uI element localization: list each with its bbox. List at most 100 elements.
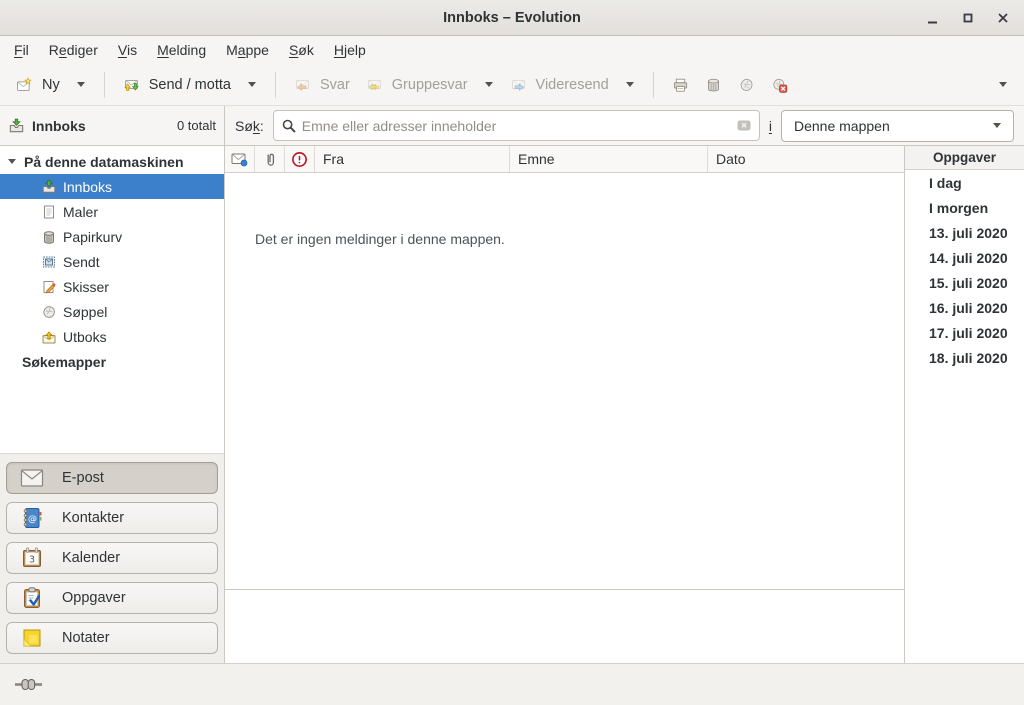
toolbar-separator — [275, 72, 276, 98]
clear-search-icon[interactable] — [736, 118, 752, 133]
menu-hjelp[interactable]: Hjelp — [324, 38, 376, 62]
menu-melding[interactable]: Melding — [147, 38, 216, 62]
task-date-row[interactable]: 13. juli 2020 — [905, 220, 1024, 245]
switcher-contacts-button[interactable]: @ Kontakter — [6, 502, 218, 534]
search-scope-value: Denne mappen — [794, 118, 890, 134]
expander-triangle-icon[interactable] — [8, 159, 16, 164]
sidebar-folder-soppel[interactable]: Søppel — [0, 299, 224, 324]
task-date-row[interactable]: I dag — [905, 170, 1024, 195]
menu-vis[interactable]: Vis — [108, 38, 147, 62]
toolbar-overflow-dropdown[interactable] — [990, 76, 1016, 93]
account-label: På denne datamaskinen — [24, 154, 184, 170]
chevron-down-icon — [248, 82, 256, 87]
column-date[interactable]: Dato — [708, 146, 904, 172]
column-attachment[interactable] — [255, 146, 285, 172]
trash-icon — [40, 228, 57, 245]
menu-fil[interactable]: Fil — [4, 38, 39, 62]
folder-label: Skisser — [63, 279, 109, 295]
forward-dropdown[interactable] — [617, 76, 643, 93]
calendar-icon: 3 — [19, 546, 44, 570]
print-button[interactable] — [664, 70, 697, 99]
titlebar[interactable]: Innboks – Evolution — [0, 0, 1024, 36]
switcher-contacts-label: Kontakter — [62, 510, 124, 526]
new-message-button[interactable]: Ny — [8, 70, 68, 99]
task-date-row[interactable]: 16. juli 2020 — [905, 295, 1024, 320]
search-area: Søk: i Denne mappen — [225, 106, 1024, 145]
tasks-pane-header[interactable]: Oppgaver — [905, 146, 1024, 170]
task-date-row[interactable]: 18. juli 2020 — [905, 345, 1024, 370]
tasks-pane: Oppgaver I dag I morgen 13. juli 2020 14… — [904, 146, 1024, 663]
online-status-button[interactable] — [15, 678, 42, 691]
folder-label: Innboks — [63, 179, 112, 195]
toolbar: Ny Send / motta — [0, 64, 1024, 106]
minimize-icon — [926, 11, 940, 25]
group-reply-dropdown[interactable] — [476, 76, 502, 93]
search-scope-dropdown[interactable]: Denne mappen — [781, 110, 1014, 142]
preview-pane — [225, 589, 904, 663]
switcher-mail-button[interactable]: E-post — [6, 462, 218, 494]
folder-label: Papirkurv — [63, 229, 122, 245]
address-book-icon: @ — [19, 506, 44, 530]
sidebar-folder-sendt[interactable]: Sendt — [0, 249, 224, 274]
menu-rediger[interactable]: Rediger — [39, 38, 108, 62]
not-junk-button[interactable] — [763, 70, 796, 99]
column-priority[interactable] — [285, 146, 315, 172]
sidebar-folder-utboks[interactable]: Utboks — [0, 324, 224, 349]
maximize-button[interactable] — [955, 5, 981, 31]
minimize-button[interactable] — [920, 5, 946, 31]
junk-button[interactable] — [730, 70, 763, 99]
reply-label: Svar — [320, 77, 350, 93]
scope-label: i — [769, 118, 772, 134]
search-folders-label: Søkemapper — [22, 354, 106, 370]
close-icon — [996, 11, 1010, 25]
window-title: Innboks – Evolution — [443, 10, 581, 26]
column-read-status[interactable] — [225, 146, 255, 172]
forward-icon — [510, 76, 527, 93]
toolbar-separator — [104, 72, 105, 98]
send-receive-button[interactable]: Send / motta — [115, 70, 239, 99]
menu-sok[interactable]: Søk — [279, 38, 324, 62]
sidebar-search-folders[interactable]: Søkemapper — [0, 349, 224, 374]
task-date-row[interactable]: 17. juli 2020 — [905, 320, 1024, 345]
reply-button[interactable]: Svar — [286, 70, 358, 99]
search-label: Søk: — [235, 118, 264, 134]
search-icon — [281, 118, 297, 134]
task-date-row[interactable]: 14. juli 2020 — [905, 245, 1024, 270]
message-count: 0 totalt — [177, 118, 216, 133]
message-list-header: Fra Emne Dato — [225, 146, 904, 173]
new-message-dropdown[interactable] — [68, 76, 94, 93]
column-subject[interactable]: Emne — [510, 146, 708, 172]
stamp-icon — [40, 253, 57, 270]
group-reply-button[interactable]: Gruppesvar — [358, 70, 476, 99]
sidebar-folder-papirkurv[interactable]: Papirkurv — [0, 224, 224, 249]
switcher-memos-button[interactable]: Notater — [6, 622, 218, 654]
task-date-row[interactable]: 15. juli 2020 — [905, 270, 1024, 295]
folder-label: Maler — [63, 204, 98, 220]
close-button[interactable] — [990, 5, 1016, 31]
search-input[interactable] — [302, 118, 731, 134]
sidebar-folder-innboks[interactable]: Innboks — [0, 174, 224, 199]
evolution-window: Innboks – Evolution Fil Rediger Vis Meld… — [0, 0, 1024, 705]
chevron-down-icon — [999, 82, 1007, 87]
search-entry[interactable] — [273, 110, 760, 141]
delete-button[interactable] — [697, 70, 730, 99]
switcher-calendar-label: Kalender — [62, 550, 120, 566]
group-reply-icon — [366, 76, 383, 93]
column-from[interactable]: Fra — [315, 146, 510, 172]
switcher-calendar-button[interactable]: 3 Kalender — [6, 542, 218, 574]
account-row[interactable]: På denne datamaskinen — [0, 149, 224, 174]
printer-icon — [672, 76, 689, 93]
task-date-row[interactable]: I morgen — [905, 195, 1024, 220]
send-receive-dropdown[interactable] — [239, 76, 265, 93]
chevron-down-icon — [993, 123, 1001, 128]
junk-icon — [40, 303, 57, 320]
switcher-tasks-button[interactable]: Oppgaver — [6, 582, 218, 614]
sidebar-folder-skisser[interactable]: Skisser — [0, 274, 224, 299]
paperclip-icon — [262, 151, 278, 168]
sidebar-folder-maler[interactable]: Maler — [0, 199, 224, 224]
menu-mappe[interactable]: Mappe — [216, 38, 279, 62]
draft-pencil-icon — [40, 278, 57, 295]
priority-icon — [291, 151, 308, 168]
menubar: Fil Rediger Vis Melding Mappe Søk Hjelp — [0, 36, 1024, 64]
forward-button[interactable]: Videresend — [502, 70, 617, 99]
